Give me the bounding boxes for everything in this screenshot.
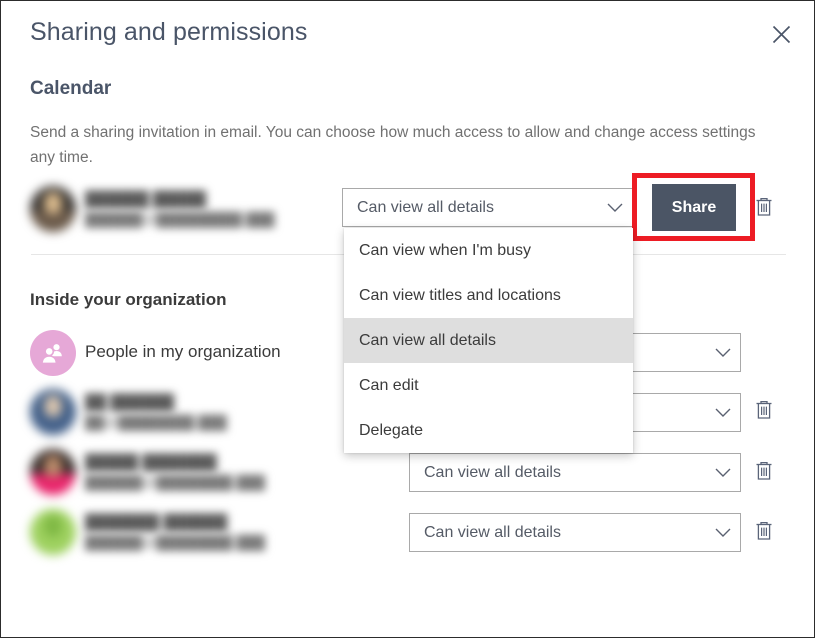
chevron-down-icon — [706, 348, 740, 358]
group-title: Inside your organization — [30, 290, 227, 309]
delete-member-2-button[interactable] — [751, 459, 777, 487]
member-name: ██ ██████ — [85, 394, 175, 411]
dropdown-option[interactable]: Delegate — [344, 408, 633, 453]
trash-icon — [754, 460, 774, 487]
avatar — [30, 449, 76, 495]
trash-icon — [754, 520, 774, 547]
dropdown-option[interactable]: Can view when I'm busy — [344, 228, 633, 273]
sharing-permissions-dialog: Sharing and permissions Calendar Send a … — [0, 0, 815, 638]
chevron-down-icon — [706, 528, 740, 538]
share-button[interactable]: Share — [652, 184, 736, 231]
trash-icon — [754, 196, 774, 223]
invitee-name: ██████ █████ — [85, 191, 207, 208]
dropdown-option[interactable]: Can view all details — [344, 318, 633, 363]
permission-dropdown-menu[interactable]: Can view when I'm busy Can view titles an… — [344, 228, 633, 453]
chevron-down-icon — [598, 203, 632, 213]
chevron-down-icon — [706, 408, 740, 418]
permission-select-member-2-value: Can view all details — [424, 463, 561, 481]
member-name: ███████ ██████ — [85, 514, 228, 531]
org-entry-label: People in my organization — [85, 342, 281, 361]
delete-member-1-button[interactable] — [751, 398, 777, 426]
permission-select-member-3[interactable]: Can view all details — [409, 513, 741, 552]
member-email: ██████@████████.███ — [85, 535, 266, 550]
avatar — [30, 186, 76, 232]
permission-select-invite-value: Can view all details — [357, 198, 494, 216]
close-icon — [772, 25, 791, 44]
avatar — [30, 389, 76, 435]
page-title: Sharing and permissions — [30, 18, 308, 46]
section-description: Send a sharing invitation in email. You … — [30, 124, 756, 166]
people-group-icon — [30, 330, 76, 376]
member-email: ██@████████.███ — [85, 415, 227, 430]
section-title: Calendar — [30, 78, 112, 99]
member-email: ██████@████████.███ — [85, 475, 266, 490]
permission-select-member-2[interactable]: Can view all details — [409, 453, 741, 492]
dropdown-option[interactable]: Can view titles and locations — [344, 273, 633, 318]
member-name: █████ ███████ — [85, 454, 217, 471]
close-button[interactable] — [765, 18, 797, 50]
permission-select-invite[interactable]: Can view all details — [342, 188, 633, 227]
permission-select-member-3-value: Can view all details — [424, 523, 561, 541]
trash-icon — [754, 399, 774, 426]
invitee-email: ██████@█████████.███ — [85, 212, 275, 227]
delete-member-3-button[interactable] — [751, 519, 777, 547]
avatar — [30, 509, 76, 555]
chevron-down-icon — [706, 468, 740, 478]
dropdown-option[interactable]: Can edit — [344, 363, 633, 408]
delete-invite-button[interactable] — [751, 195, 777, 223]
